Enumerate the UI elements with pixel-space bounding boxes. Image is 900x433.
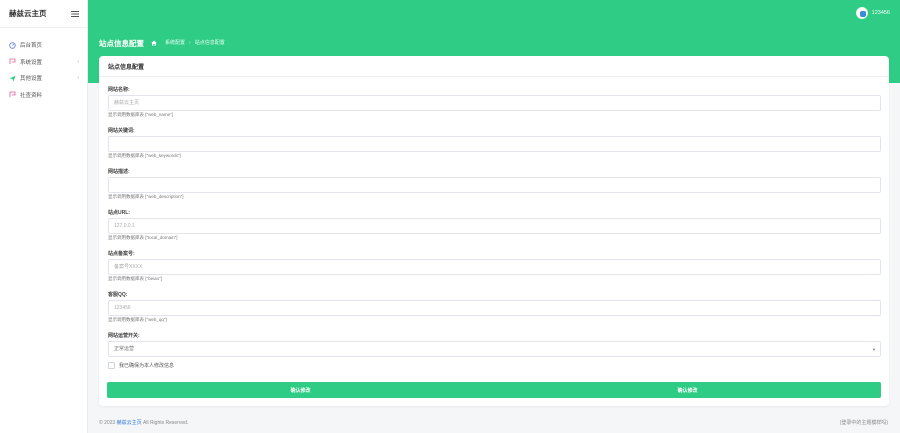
send-icon	[9, 75, 16, 82]
field-web-name: 网站名称: 显示调用数据库表 ["web_name"]	[108, 86, 881, 119]
card-title: 站点信息配置	[99, 56, 889, 77]
web-name-input[interactable]	[108, 94, 881, 111]
brand-title: 赫兹云主页	[9, 9, 47, 18]
top-bar: 123456	[88, 0, 900, 28]
confirm-checkbox[interactable]	[108, 362, 115, 369]
field-hint: 显示调用数据库表 ["web_name"]	[108, 111, 173, 117]
dashboard-icon	[9, 42, 16, 49]
footer-copyright: © 2023	[99, 420, 116, 426]
select-value: 正常运营	[114, 346, 135, 352]
confirm-row: 我已确保为本人修改信息	[108, 360, 880, 372]
username: 123456	[871, 10, 890, 16]
site-config-card: 站点信息配置 网站名称: 显示调用数据库表 ["web_name"] 网站关键词…	[99, 56, 889, 406]
breadcrumb: 系统配置 › 站点信息配置	[151, 39, 225, 46]
field-label: 网站描述:	[108, 169, 130, 175]
sidebar-item-label: 后台首页	[20, 43, 43, 50]
keywords-input[interactable]	[108, 135, 881, 152]
edit-icon	[9, 91, 16, 98]
site-status-select[interactable]: 正常运营 ▼	[108, 340, 881, 357]
footer-rights: All Rights Reserved.	[143, 420, 189, 426]
sidebar-item-system-settings[interactable]: 系统设置 ›	[0, 54, 87, 71]
config-form: 网站名称: 显示调用数据库表 ["web_name"] 网站关键词: 显示调用数…	[99, 77, 889, 372]
footer: © 2023 赫兹云主页 All Rights Reserved.	[99, 419, 188, 426]
field-site-switch: 网站运营开关: 正常运营 ▼	[108, 332, 881, 357]
description-input[interactable]	[108, 176, 881, 193]
field-label: 网站名称:	[108, 87, 130, 93]
field-hint: 显示调用数据库表 ["local_domain"]	[108, 234, 178, 240]
submit-label-secondary: 确认修改	[677, 387, 698, 394]
breadcrumb-item-system[interactable]: 系统配置	[165, 39, 185, 46]
user-menu[interactable]: 123456	[855, 7, 890, 19]
submit-label: 确认修改	[290, 387, 311, 394]
field-beian: 站点备案号: 显示调用数据库表 ["beian"]	[108, 250, 881, 283]
sidebar-item-label: 社查资料	[20, 92, 43, 99]
field-hint: 显示调用数据库表 ["web_keywords"]	[108, 152, 181, 158]
sidebar-item-label: 其他设置	[20, 76, 43, 83]
avatar	[855, 7, 868, 19]
confirm-label: 我已确保为本人修改信息	[119, 363, 175, 369]
field-hint: 显示调用数据库表 ["web_description"]	[108, 193, 184, 199]
page-title: 站点信息配置	[99, 39, 144, 48]
qq-input[interactable]	[108, 299, 881, 316]
sidebar-item-label: 系统设置	[20, 59, 43, 66]
field-label: 客服QQ:	[108, 292, 128, 298]
field-site-url: 站点URL: 显示调用数据库表 ["local_domain"]	[108, 209, 881, 242]
sidebar-item-dashboard[interactable]: 后台首页	[0, 37, 87, 54]
footer-brand-link[interactable]: 赫兹云主页	[117, 420, 142, 426]
field-description: 网站描述: 显示调用数据库表 ["web_description"]	[108, 168, 881, 201]
field-hint: 显示调用数据库表 ["beian"]	[108, 275, 162, 281]
breadcrumb-item-current: 站点信息配置	[194, 40, 225, 46]
chevron-right-icon: ›	[77, 58, 79, 65]
chevron-right-icon: ›	[77, 75, 79, 82]
submit-button[interactable]: 确认修改 确认修改	[107, 382, 881, 398]
chevron-down-icon: ▼	[872, 346, 876, 352]
settings-icon	[9, 58, 16, 65]
field-label: 站点URL:	[108, 210, 130, 216]
field-qq: 客服QQ: 显示调用数据库表 ["web_qq"]	[108, 291, 881, 324]
field-label: 站点备案号:	[108, 251, 135, 257]
field-label: 网站关键词:	[108, 128, 135, 134]
sidebar: 赫兹云主页 后台首页 系统设置 › 其他设置 › 社查资料	[0, 0, 88, 433]
sidebar-item-other-settings[interactable]: 其他设置 ›	[0, 70, 87, 87]
beian-input[interactable]	[108, 258, 881, 275]
menu-toggle-icon[interactable]	[70, 10, 79, 17]
site-url-input[interactable]	[108, 217, 881, 234]
sidebar-item-profile[interactable]: 社查资料	[0, 87, 87, 104]
breadcrumb-separator: ›	[189, 39, 191, 46]
sidebar-nav: 后台首页 系统设置 › 其他设置 › 社查资料	[0, 28, 87, 103]
footer-right-text: (登录中的主题模样吗)	[839, 420, 888, 426]
brand-bar: 赫兹云主页	[0, 0, 87, 28]
home-icon[interactable]	[151, 40, 157, 46]
field-label: 网站运营开关:	[108, 333, 140, 339]
field-keywords: 网站关键词: 显示调用数据库表 ["web_keywords"]	[108, 127, 881, 160]
field-hint: 显示调用数据库表 ["web_qq"]	[108, 316, 167, 322]
